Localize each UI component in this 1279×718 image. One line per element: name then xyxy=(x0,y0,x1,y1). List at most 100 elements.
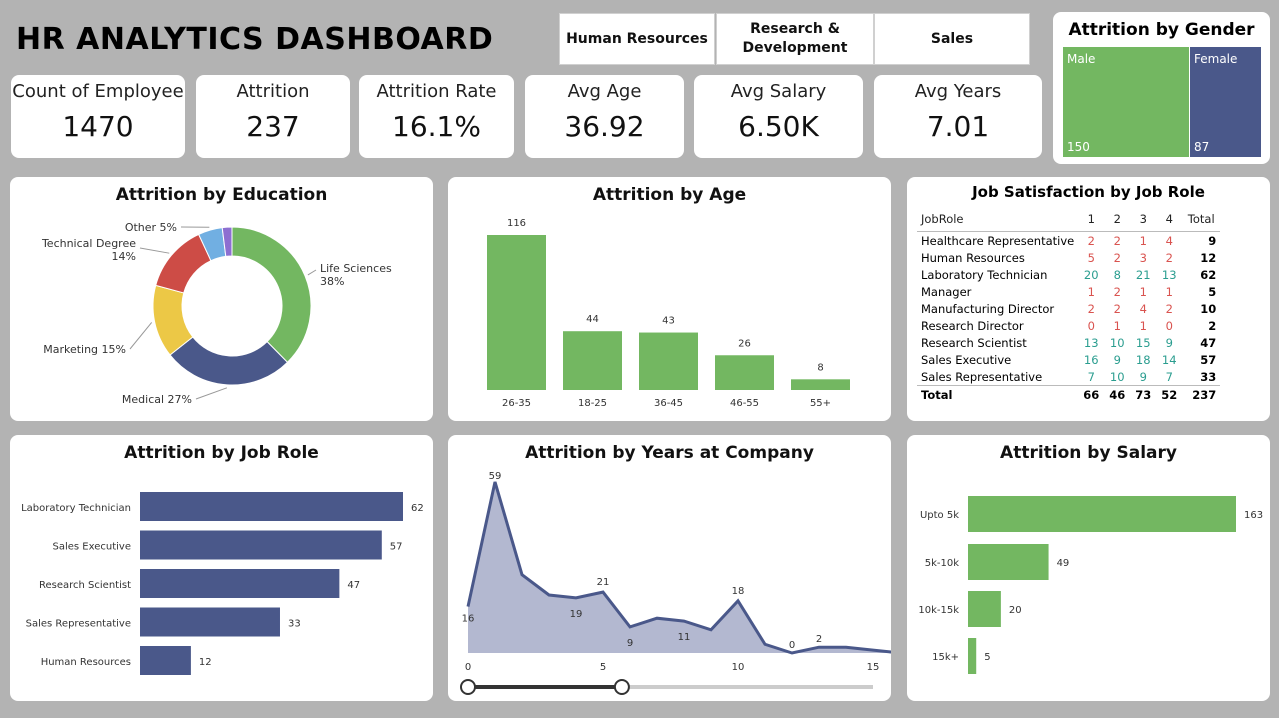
jobrole-bar[interactable] xyxy=(140,569,340,598)
jobrole-tick-label: Sales Executive xyxy=(53,542,131,553)
age-column-chart: 116 26-35 44 18-25 43 36-45 26 46-55 8 55+ xyxy=(487,218,850,409)
education-donut-chart: Life Sciences38% Medical 27% Marketing 15%… xyxy=(41,221,392,406)
jobsat-card: Job Satisfaction by Job Role JobRole 1 2… xyxy=(907,177,1270,421)
salary-bar[interactable] xyxy=(968,638,977,674)
table-row[interactable]: Sales Executive 16 9 18 14 57 xyxy=(917,351,1220,368)
value-cell: 0 xyxy=(1087,318,1095,333)
jobrole-bar[interactable] xyxy=(140,646,191,675)
age-bar[interactable] xyxy=(791,379,850,390)
age-bar[interactable] xyxy=(639,332,698,390)
age-bar[interactable] xyxy=(487,235,546,390)
age-value-label: 26 xyxy=(738,338,751,349)
col-header-level[interactable]: 3 xyxy=(1130,207,1157,232)
value-cell: 4 xyxy=(1165,233,1173,248)
years-value-label: 0 xyxy=(789,640,795,651)
value-cell: 9 xyxy=(1165,335,1173,350)
kpi-label: Avg Salary xyxy=(730,81,827,102)
value-cell: 1 xyxy=(1139,233,1147,248)
filter-sales[interactable]: Sales xyxy=(874,13,1030,65)
value-cell: 4 xyxy=(1139,301,1147,316)
col-header-level[interactable]: 1 xyxy=(1078,207,1105,232)
value-cell: 1 xyxy=(1139,284,1147,299)
role-cell: Laboratory Technician xyxy=(921,267,1048,282)
col-header-total[interactable]: Total xyxy=(1182,207,1221,232)
table-row[interactable]: Research Scientist 13 10 15 9 47 xyxy=(917,334,1220,351)
donut-slice[interactable] xyxy=(231,226,312,364)
jobrole-value-label: 33 xyxy=(288,619,301,630)
role-cell: Human Resources xyxy=(921,250,1025,265)
col-header-level[interactable]: 2 xyxy=(1104,207,1131,232)
table-row[interactable]: Healthcare Representative 2 2 1 4 9 xyxy=(917,232,1220,250)
kpi-value: 16.1% xyxy=(392,110,481,143)
table-row[interactable]: Human Resources 5 2 3 2 12 xyxy=(917,249,1220,266)
salary-bar[interactable] xyxy=(968,544,1049,580)
years-tick-label: 0 xyxy=(465,662,471,673)
value-cell: 21 xyxy=(1135,267,1151,282)
total-cell: 47 xyxy=(1200,335,1217,350)
filter-research-development[interactable]: Research & Development xyxy=(716,13,874,65)
value-cell: 16 xyxy=(1083,352,1099,367)
slice-label: Medical 27% xyxy=(122,393,192,406)
table-row[interactable]: Research Director 0 1 1 0 2 xyxy=(917,317,1220,334)
kpi-label: Attrition xyxy=(236,81,310,102)
age-value-label: 8 xyxy=(817,362,823,373)
table-row[interactable]: Manager 1 2 1 1 5 xyxy=(917,283,1220,300)
age-tick-label: 46-55 xyxy=(730,398,759,409)
total-cell: 10 xyxy=(1200,301,1217,316)
total-label: Total xyxy=(917,385,1079,403)
kpi-value: 7.01 xyxy=(926,110,990,143)
role-cell: Healthcare Representative xyxy=(921,233,1075,248)
jobrole-bar-chart: Laboratory Technician 62 Sales Executive 57… xyxy=(21,492,424,675)
salary-value-label: 49 xyxy=(1057,558,1070,569)
salary-bar[interactable] xyxy=(968,591,1001,627)
total-cell: 33 xyxy=(1200,369,1217,384)
table-row[interactable]: Laboratory Technician 20 8 21 13 62 xyxy=(917,266,1220,283)
role-cell: Manager xyxy=(921,284,972,299)
salary-tick-label: 5k-10k xyxy=(925,558,959,569)
value-cell: 1 xyxy=(1087,284,1095,299)
salary-bar[interactable] xyxy=(968,496,1236,532)
value-cell: 1 xyxy=(1139,318,1147,333)
kpi-value: 237 xyxy=(246,110,300,143)
jobrole-tick-label: Research Scientist xyxy=(39,580,131,591)
years-card: Attrition by Years at Company 16 59 19 21 9 1… xyxy=(448,435,891,701)
role-cell: Manufacturing Director xyxy=(921,301,1055,316)
donut-slice[interactable] xyxy=(169,336,289,386)
jobrole-value-label: 47 xyxy=(347,580,360,591)
kpi-label: Avg Age xyxy=(567,81,642,102)
total-cell: 62 xyxy=(1200,267,1217,282)
table-row[interactable]: Sales Representative 7 10 9 7 33 xyxy=(917,368,1220,386)
jobrole-tick-label: Sales Representative xyxy=(26,619,131,630)
value-cell: 9 xyxy=(1139,369,1147,384)
salary-value-label: 5 xyxy=(984,652,990,663)
gender-title: Attrition by Gender xyxy=(1068,20,1255,40)
jobrole-bar[interactable] xyxy=(140,492,403,521)
col-header-level[interactable]: 4 xyxy=(1156,207,1183,232)
kpi-attrition: Attrition 237 xyxy=(196,75,350,158)
table-row[interactable]: Manufacturing Director 2 2 4 2 10 xyxy=(917,300,1220,317)
slider-handle-min[interactable] xyxy=(460,679,476,695)
kpi-attrition-rate: Attrition Rate 16.1% xyxy=(359,75,514,158)
jobrole-card: Attrition by Job Role Laboratory Technic… xyxy=(10,435,433,701)
treemap-tile-male[interactable]: Male 150 xyxy=(1063,47,1189,157)
salary-card: Attrition by Salary Upto 5k 163 5k-10k 49 10… xyxy=(907,435,1270,701)
slider-handle-max[interactable] xyxy=(613,679,630,695)
jobrole-bar[interactable] xyxy=(140,530,382,560)
area-fill xyxy=(468,481,891,653)
filter-human-resources[interactable]: Human Resources xyxy=(559,13,715,65)
salary-tick-label: 15k+ xyxy=(932,652,959,663)
col-header-jobrole[interactable]: JobRole xyxy=(917,207,1079,232)
value-cell: 13 xyxy=(1083,335,1099,350)
column-total-cell: 46 xyxy=(1104,385,1131,403)
age-bar[interactable] xyxy=(563,331,622,390)
kpi-avg-salary: Avg Salary 6.50K xyxy=(694,75,863,158)
value-cell: 14 xyxy=(1161,352,1177,367)
jobrole-bar[interactable] xyxy=(140,607,280,637)
value-cell: 2 xyxy=(1165,250,1173,265)
total-cell: 2 xyxy=(1208,318,1217,333)
age-bar[interactable] xyxy=(715,355,774,390)
treemap-tile-female[interactable]: Female 87 xyxy=(1190,47,1261,157)
education-card: Attrition by Education Life Sciences 38% M… xyxy=(10,177,433,421)
leader-line xyxy=(195,387,228,400)
value-cell: 1 xyxy=(1113,318,1121,333)
